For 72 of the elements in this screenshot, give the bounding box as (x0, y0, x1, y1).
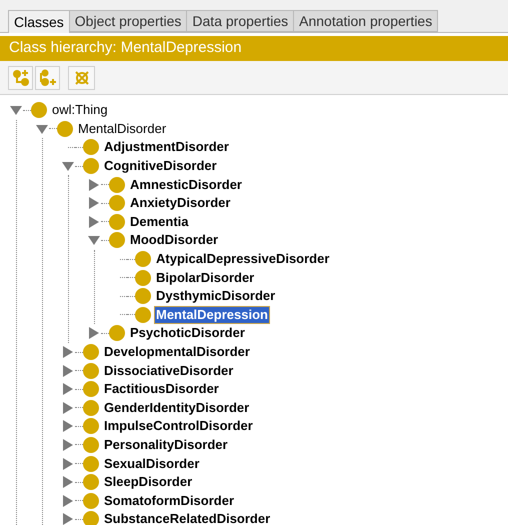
expand-arrow-icon[interactable] (88, 197, 100, 210)
class-icon (83, 474, 99, 490)
class-icon (83, 344, 99, 360)
expand-arrow-icon[interactable] (62, 420, 74, 432)
tree-item[interactable]: SleepDisorder (103, 474, 194, 490)
tree-item[interactable]: DissociativeDisorder (103, 362, 234, 379)
tab[interactable]: Annotation properties (294, 10, 438, 32)
tree-item[interactable]: PsychoticDisorder (129, 325, 246, 342)
class-icon (83, 511, 99, 525)
expand-arrow-icon[interactable] (88, 216, 100, 228)
class-icon (83, 139, 99, 156)
collapse-arrow-icon[interactable] (10, 104, 22, 116)
tree-item[interactable]: SexualDisorder (103, 456, 200, 472)
tree-item[interactable]: MentalDisorder (77, 120, 168, 137)
expand-arrow-icon[interactable] (62, 458, 74, 470)
tab[interactable]: Data properties (187, 10, 294, 32)
expand-arrow-icon[interactable] (62, 346, 74, 358)
tab[interactable]: Object properties (70, 10, 188, 32)
tree-item[interactable]: GenderIdentityDisorder (103, 400, 250, 416)
class-icon (109, 214, 125, 230)
collapse-arrow-icon[interactable] (62, 160, 74, 172)
class-icon (83, 362, 99, 379)
class-icon (135, 270, 151, 286)
expand-arrow-icon[interactable] (62, 364, 74, 377)
tree-item[interactable]: BipolarDisorder (155, 270, 256, 286)
tab[interactable]: Classes (8, 10, 70, 33)
add-child-node-icon (12, 68, 30, 86)
collapse-arrow-icon[interactable] (88, 234, 100, 246)
tree-item[interactable]: DysthymicDisorder (155, 288, 276, 304)
tree-item[interactable]: AmnesticDisorder (129, 176, 243, 193)
class-icon (83, 456, 99, 472)
tree-item[interactable]: AtypicalDepressiveDisorder (155, 251, 330, 268)
class-icon (135, 306, 151, 323)
expand-arrow-icon[interactable] (62, 402, 74, 414)
expand-arrow-icon[interactable] (62, 513, 74, 525)
class-icon (83, 158, 99, 174)
tree-item[interactable]: AnxietyDisorder (129, 195, 232, 212)
tree-item[interactable]: SubstanceRelatedDisorder (103, 511, 272, 525)
add-sibling-node-icon (38, 68, 56, 86)
expand-arrow-icon[interactable] (62, 438, 74, 451)
class-icon (135, 288, 151, 304)
class-icon (31, 102, 47, 118)
tree-item[interactable]: FactitiousDisorder (103, 381, 220, 398)
class-icon (109, 325, 125, 342)
class-icon (109, 232, 125, 248)
class-icon (83, 400, 99, 416)
class-icon (83, 436, 99, 453)
expand-arrow-icon[interactable] (88, 327, 100, 340)
class-icon (57, 120, 73, 137)
class-icon (83, 492, 99, 509)
collapse-arrow-icon[interactable] (36, 122, 48, 135)
class-icon (109, 195, 125, 212)
class-icon (135, 251, 151, 268)
tree-item[interactable]: ImpulseControlDisorder (103, 418, 254, 434)
tree-item[interactable]: CognitiveDisorder (103, 158, 218, 174)
expand-arrow-icon[interactable] (88, 178, 100, 191)
expand-arrow-icon[interactable] (62, 383, 74, 396)
delete-node-icon (74, 70, 90, 86)
class-icon (83, 381, 99, 398)
tree-item[interactable]: PersonalityDisorder (103, 436, 229, 453)
expand-arrow-icon[interactable] (62, 494, 74, 507)
tree-item[interactable]: AdjustmentDisorder (103, 139, 230, 156)
tree-item[interactable]: owl:Thing (51, 102, 109, 118)
tree-item[interactable]: MoodDisorder (129, 232, 220, 248)
class-icon (109, 176, 125, 193)
tree-item[interactable]: MentalDepression (155, 306, 269, 323)
expand-arrow-icon[interactable] (62, 476, 74, 488)
panel-title: Class hierarchy: MentalDepression (9, 38, 242, 58)
class-icon (83, 418, 99, 434)
tree-item[interactable]: SomatoformDisorder (103, 492, 236, 509)
tree-item[interactable]: Dementia (129, 214, 190, 230)
tree-item[interactable]: DevelopmentalDisorder (103, 344, 251, 360)
